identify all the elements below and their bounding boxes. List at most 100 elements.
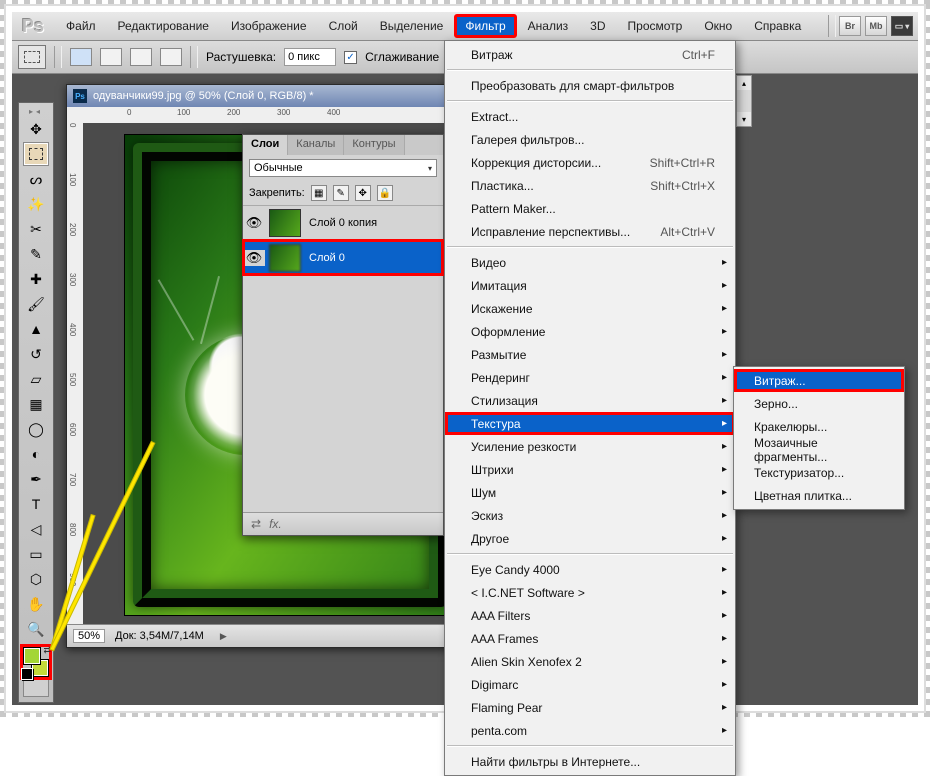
menu-item[interactable]: Исправление перспективы...Alt+Ctrl+V	[445, 220, 735, 243]
brush-tool[interactable]: 🖌	[23, 292, 49, 316]
tab-layers[interactable]: Слои	[243, 135, 288, 155]
submenu-item[interactable]: Текстуризатор...	[734, 461, 904, 484]
menu-edit[interactable]: Редактирование	[108, 15, 219, 37]
menu-item[interactable]: Коррекция дисторсии...Shift+Ctrl+R	[445, 151, 735, 174]
quickmask-button[interactable]	[23, 679, 49, 697]
layer-name[interactable]: Слой 0 копия	[305, 217, 377, 229]
bridge-button[interactable]: Br	[839, 16, 861, 36]
swap-colors-icon[interactable]: ⇄	[43, 645, 51, 656]
gradient-tool[interactable]: ▦	[23, 392, 49, 416]
menu-item[interactable]: AAA Frames	[445, 627, 735, 650]
selection-sub[interactable]	[130, 48, 152, 66]
submenu-item[interactable]: Витраж...	[734, 369, 904, 392]
lock-all-icon[interactable]: 🔒	[377, 185, 393, 201]
menu-item[interactable]: Видео	[445, 251, 735, 274]
menu-select[interactable]: Выделение	[370, 15, 454, 37]
type-tool[interactable]: T	[23, 492, 49, 516]
menu-item[interactable]: Имитация	[445, 274, 735, 297]
menu-view[interactable]: Просмотр	[618, 15, 693, 37]
menu-item[interactable]: < I.C.NET Software >	[445, 581, 735, 604]
pen-tool[interactable]: ✒	[23, 467, 49, 491]
menu-image[interactable]: Изображение	[221, 15, 317, 37]
link-layers-icon[interactable]: ⇄	[251, 517, 261, 531]
menu-window[interactable]: Окно	[694, 15, 742, 37]
eye-icon[interactable]: 👁	[243, 215, 265, 231]
patch-tool[interactable]: ✚	[23, 267, 49, 291]
menu-item[interactable]: penta.com	[445, 719, 735, 742]
menu-item[interactable]: Галерея фильтров...	[445, 128, 735, 151]
scrollbar-stub[interactable]: ▴ ▾	[736, 75, 752, 127]
menu-item[interactable]: Extract...	[445, 105, 735, 128]
foreground-color[interactable]	[23, 647, 41, 665]
selection-int[interactable]	[160, 48, 182, 66]
submenu-item[interactable]: Цветная плитка...	[734, 484, 904, 507]
menu-item[interactable]: Штрихи	[445, 458, 735, 481]
menu-item[interactable]: Пластика...Shift+Ctrl+X	[445, 174, 735, 197]
menu-item[interactable]: AAA Filters	[445, 604, 735, 627]
lasso-tool[interactable]: ᔕ	[23, 167, 49, 191]
menu-item[interactable]: Искажение	[445, 297, 735, 320]
eraser-tool[interactable]: ▱	[23, 367, 49, 391]
menu-item[interactable]: Alien Skin Xenofex 2	[445, 650, 735, 673]
tab-channels[interactable]: Каналы	[288, 135, 344, 155]
color-wells[interactable]: ⇄	[23, 647, 49, 677]
submenu-item[interactable]: Мозаичные фрагменты...	[734, 438, 904, 461]
document-tab[interactable]: Ps одуванчики99.jpg @ 50% (Слой 0, RGB/8…	[67, 85, 477, 108]
active-tool-thumb[interactable]	[18, 45, 46, 69]
crop-tool[interactable]: ✂	[23, 217, 49, 241]
shape-tool[interactable]: ▭	[23, 542, 49, 566]
eyedropper-tool[interactable]: ✎	[23, 242, 49, 266]
antialias-checkbox[interactable]: ✓	[344, 51, 357, 64]
eye-icon[interactable]: 👁	[243, 250, 265, 266]
grip-icon[interactable]: ▸◂	[21, 106, 51, 116]
lock-move-icon[interactable]: ✥	[355, 185, 371, 201]
scroll-up-icon[interactable]: ▴	[737, 76, 751, 90]
selection-new[interactable]	[70, 48, 92, 66]
menu-help[interactable]: Справка	[744, 15, 811, 37]
dodge-tool[interactable]: ◐	[23, 442, 49, 466]
menu-item[interactable]: Pattern Maker...	[445, 197, 735, 220]
menu-item[interactable]: Eye Candy 4000	[445, 558, 735, 581]
menu-item[interactable]: ВитражCtrl+F	[445, 43, 735, 66]
fx-icon[interactable]: fx.	[269, 517, 282, 531]
menu-item[interactable]: Найти фильтры в Интернете...	[445, 750, 735, 773]
history-brush-tool[interactable]: ↺	[23, 342, 49, 366]
marquee-tool[interactable]	[23, 142, 49, 166]
stamp-tool[interactable]: ▲	[23, 317, 49, 341]
blend-mode-select[interactable]: Обычные	[249, 159, 437, 177]
hand-tool[interactable]: ✋	[23, 592, 49, 616]
scroll-down-icon[interactable]: ▾	[737, 112, 751, 126]
tab-paths[interactable]: Контуры	[344, 135, 404, 155]
menu-item[interactable]: Digimarc	[445, 673, 735, 696]
minibridge-button[interactable]: Mb	[865, 16, 887, 36]
3d-tool[interactable]: ⬡	[23, 567, 49, 591]
menu-file[interactable]: Файл	[56, 15, 106, 37]
menu-item[interactable]: Текстура	[445, 412, 735, 435]
menu-item[interactable]: Преобразовать для смарт-фильтров	[445, 74, 735, 97]
menu-item[interactable]: Эскиз	[445, 504, 735, 527]
menu-item[interactable]: Стилизация	[445, 389, 735, 412]
menu-item[interactable]: Другое	[445, 527, 735, 550]
layer-name[interactable]: Слой 0	[305, 252, 345, 264]
menu-item[interactable]: Размытие	[445, 343, 735, 366]
menu-item[interactable]: Шум	[445, 481, 735, 504]
menu-item[interactable]: Усиление резкости	[445, 435, 735, 458]
submenu-item[interactable]: Зерно...	[734, 392, 904, 415]
selection-add[interactable]	[100, 48, 122, 66]
zoom-tool[interactable]: 🔍	[23, 617, 49, 641]
default-colors-icon[interactable]	[21, 668, 33, 680]
menu-layer[interactable]: Слой	[319, 15, 368, 37]
wand-tool[interactable]: ✨	[23, 192, 49, 216]
lock-brush-icon[interactable]: ✎	[333, 185, 349, 201]
blur-tool[interactable]: ◯	[23, 417, 49, 441]
feather-input[interactable]	[284, 48, 336, 66]
lock-pixels-icon[interactable]: ▦	[311, 185, 327, 201]
layer-row[interactable]: 👁 Слой 0 копия	[243, 205, 443, 240]
menu-filter[interactable]: Фильтр	[455, 15, 515, 37]
layer-row[interactable]: 👁 Слой 0	[243, 240, 443, 275]
menu-item[interactable]: Flaming Pear	[445, 696, 735, 719]
menu-3d[interactable]: 3D	[580, 15, 615, 37]
zoom-value[interactable]: 50%	[73, 629, 105, 643]
move-tool[interactable]: ✥	[23, 117, 49, 141]
menu-item[interactable]: Оформление	[445, 320, 735, 343]
